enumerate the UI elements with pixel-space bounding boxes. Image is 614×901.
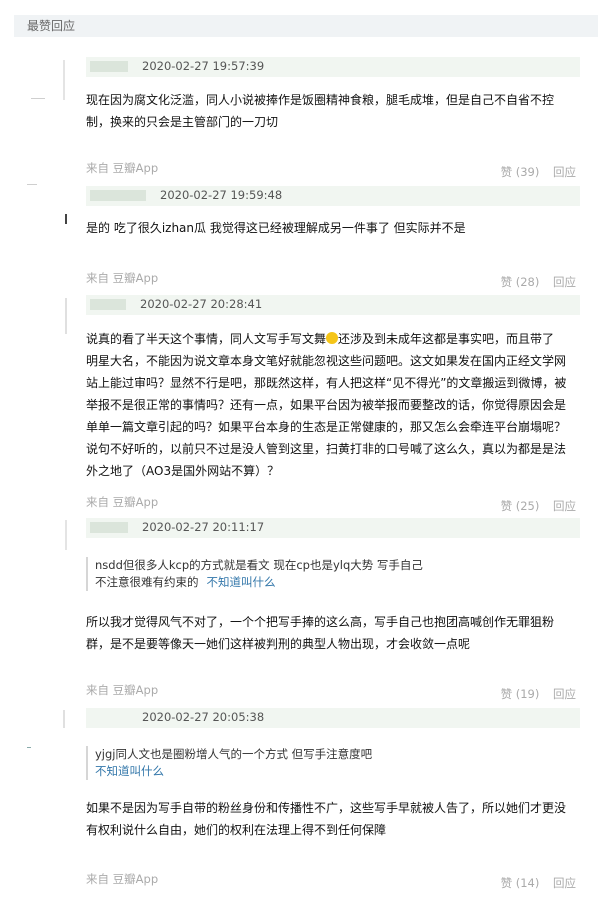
comment-text: 如果不是因为写手自带的粉丝身份和传播性不广，这些写手早就被人告了，所以她们才更没… [86, 801, 567, 837]
like-button[interactable]: 赞 (39) [501, 165, 540, 179]
section-header: 最赞回应 [14, 15, 598, 37]
comment-source: 来自 豆瓣App [86, 161, 159, 175]
username[interactable] [90, 61, 128, 72]
avatar[interactable] [27, 60, 67, 100]
comment-actions: 赞 (14) 回应 [491, 875, 576, 891]
comment-meta: 2020-02-27 19:57:39 [86, 57, 580, 77]
timestamp: 2020-02-27 19:57:39 [142, 59, 265, 73]
reply-button[interactable]: 回应 [553, 165, 576, 179]
reply-button[interactable]: 回应 [553, 275, 576, 289]
comment-source: 来自 豆瓣App [86, 683, 159, 697]
like-button[interactable]: 赞 (19) [501, 687, 540, 701]
comment-text: 说真的看了半天这个事情，同人文写手写文舞 还涉及到未成年这都是事实吧，而且带了 明… [86, 332, 567, 478]
comment-actions: 赞 (25) 回应 [491, 498, 576, 514]
comment-text: 所以我才觉得风气不对了，一个个把写手捧的这么高，写手自己也抱团高喊创作无罪狙粉 … [86, 615, 555, 651]
reply-button[interactable]: 回应 [553, 687, 576, 701]
comment-text: 现在因为腐文化泛滥，同人小说被捧作是饭圈精神食粮，腿毛成堆，但是自己不自省不控 … [86, 93, 555, 129]
section-title: 最赞回应 [27, 19, 76, 33]
timestamp: 2020-02-27 20:11:17 [142, 520, 265, 534]
username[interactable] [90, 522, 128, 533]
like-button[interactable]: 赞 (25) [501, 499, 540, 513]
username[interactable] [90, 190, 146, 201]
comment-source: 来自 豆瓣App [86, 872, 159, 886]
heart-emoji-icon [326, 332, 339, 344]
reply-button[interactable]: 回应 [553, 499, 576, 513]
timestamp: 2020-02-27 20:05:38 [142, 710, 265, 724]
quoted-comment: nsdd但很多人kcp的方式就是看文 现在cp也是ylq大势 写手自己 不注意很… [86, 557, 515, 591]
reply-button[interactable]: 回应 [553, 876, 576, 890]
comment-actions: 赞 (39) 回应 [491, 164, 576, 180]
comment-source: 来自 豆瓣App [86, 495, 159, 509]
quoted-author-link[interactable]: 不知道叫什么 [207, 575, 276, 589]
comment-meta: 2020-02-27 20:11:17 [86, 518, 580, 538]
like-button[interactable]: 赞 (14) [501, 876, 540, 890]
timestamp: 2020-02-27 20:28:41 [140, 297, 263, 311]
like-button[interactable]: 赞 (28) [501, 275, 540, 289]
comment-actions: 赞 (28) 回应 [491, 274, 576, 290]
comment-text: 是的 吃了很久izhan瓜 我觉得这已经被理解成另一件事了 但实际并不是 [86, 221, 466, 235]
quoted-author-link[interactable]: 不知道叫什么 [95, 763, 164, 780]
avatar[interactable] [27, 708, 67, 748]
comment-meta: 2020-02-27 20:28:41 [86, 295, 580, 315]
quoted-comment: yjgj同人文也是圈粉增人气的一个方式 但写手注意度吧 不知道叫什么 [86, 746, 515, 780]
comment-source: 来自 豆瓣App [86, 271, 159, 285]
username[interactable] [90, 299, 126, 310]
avatar[interactable] [27, 296, 67, 336]
timestamp: 2020-02-27 19:59:48 [160, 188, 283, 202]
comment-meta: 2020-02-27 19:59:48 [86, 186, 580, 206]
avatar[interactable] [27, 518, 67, 558]
avatar[interactable] [27, 184, 67, 224]
comment-actions: 赞 (19) 回应 [491, 686, 576, 702]
comment-meta: 2020-02-27 20:05:38 [86, 708, 580, 728]
